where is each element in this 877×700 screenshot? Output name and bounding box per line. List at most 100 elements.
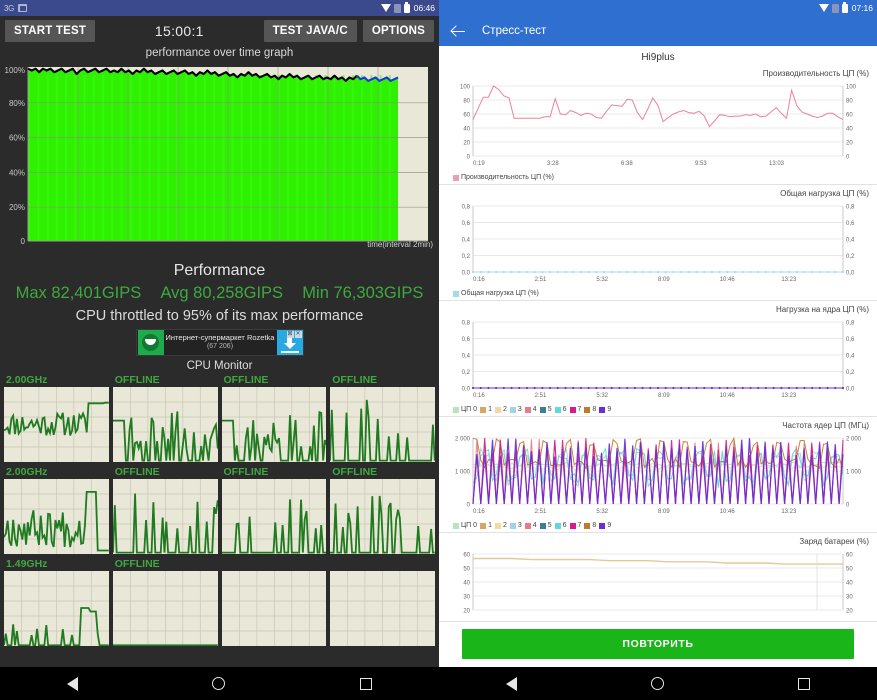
cpu-core-plot bbox=[221, 571, 327, 646]
nav-recent-icon[interactable] bbox=[798, 677, 810, 690]
cpu-core-label: OFFLINE bbox=[114, 374, 160, 386]
cpu-core-cell: OFFLINE bbox=[221, 466, 327, 554]
svg-text:0:16: 0:16 bbox=[473, 393, 485, 399]
left-status-left-icons: 3G bbox=[4, 3, 28, 13]
legend-swatch-icon bbox=[453, 522, 459, 529]
test-java-c-button[interactable]: TEST JAVA/C bbox=[263, 20, 357, 42]
svg-text:0,0: 0,0 bbox=[846, 271, 855, 277]
performance-heading: Performance bbox=[173, 262, 266, 279]
appbar-title: Стресс-тест bbox=[482, 25, 547, 37]
nav-back-icon[interactable] bbox=[67, 676, 79, 691]
ad-title: Интернет-супермаркет Rozetka bbox=[165, 333, 275, 343]
svg-text:0: 0 bbox=[467, 503, 471, 509]
svg-text:0:16: 0:16 bbox=[473, 509, 485, 515]
svg-text:8:09: 8:09 bbox=[658, 277, 670, 283]
legend-item: Производительность ЦП (%) bbox=[453, 174, 554, 181]
ad-subtitle: (67 206) bbox=[206, 342, 234, 350]
svg-text:30: 30 bbox=[846, 595, 853, 601]
svg-text:40%: 40% bbox=[9, 168, 25, 177]
chart-card: Производительность ЦП (%) 100 100 80 80 60 60 4… bbox=[439, 65, 877, 185]
legend-item: 6 bbox=[554, 522, 567, 529]
svg-text:2 000: 2 000 bbox=[846, 437, 862, 443]
legend-item: 3 bbox=[509, 522, 522, 529]
legend-label: ЦП 0 bbox=[461, 406, 478, 413]
legend-swatch-icon bbox=[480, 522, 487, 529]
svg-text:10:46: 10:46 bbox=[720, 393, 736, 399]
svg-text:0,4: 0,4 bbox=[846, 238, 855, 244]
cpu-core-cell: 2.00GHz bbox=[4, 374, 109, 462]
cpu-core-plot bbox=[221, 479, 327, 554]
cpu-core-plot bbox=[330, 571, 435, 646]
right-status-bar: 07:16 bbox=[439, 0, 877, 16]
nav-home-icon[interactable] bbox=[651, 677, 664, 690]
nav-back-icon[interactable] bbox=[506, 676, 517, 691]
svg-text:0:19: 0:19 bbox=[473, 161, 485, 167]
svg-text:0,4: 0,4 bbox=[462, 238, 471, 244]
legend-item: Общая нагрузка ЦП (%) bbox=[453, 290, 539, 297]
back-arrow-icon[interactable] bbox=[451, 24, 466, 39]
legend-label: 8 bbox=[592, 522, 597, 529]
svg-text:20: 20 bbox=[463, 141, 470, 147]
cpu-core-label: OFFLINE bbox=[332, 466, 378, 478]
legend-swatch-icon bbox=[453, 290, 459, 297]
legend-swatch-icon bbox=[494, 522, 501, 529]
svg-text:0,8: 0,8 bbox=[846, 321, 855, 327]
right-status-clock: 07:16 bbox=[851, 3, 873, 13]
chart-plot-area: 100 100 80 80 60 60 40 40 20 20 0 0 0:19 3:28 6:38 9:53… bbox=[439, 80, 877, 172]
chart-plot-area: 0,8 0,8 0,6 0,6 0,4 0,4 0,2 0,2 0,0 0,0 0:16 2:51 5:… bbox=[439, 200, 877, 288]
svg-text:80%: 80% bbox=[9, 99, 25, 108]
legend-label: Производительность ЦП (%) bbox=[461, 174, 554, 181]
device-name-label: Hi9plus bbox=[439, 46, 877, 65]
cpu-core-label: 2.00GHz bbox=[6, 374, 48, 386]
ad-banner[interactable]: Интернет-супермаркет Rozetka (67 206) ⊠ … bbox=[135, 329, 304, 356]
svg-text:10:46: 10:46 bbox=[720, 509, 736, 515]
svg-text:100%: 100% bbox=[5, 66, 25, 75]
legend-item: 9 bbox=[599, 522, 611, 529]
performance-max: Max 82,401GIPS bbox=[15, 284, 142, 302]
chart-title: Общая нагрузка ЦП (%) bbox=[780, 189, 869, 198]
chart-plot-area: 60 60 50 50 40 40 30 30 20 20 bbox=[439, 548, 877, 618]
battery-icon bbox=[403, 1, 410, 13]
legend-label: Общая нагрузка ЦП (%) bbox=[461, 290, 539, 297]
nav-home-icon[interactable] bbox=[212, 677, 226, 690]
svg-text:0: 0 bbox=[846, 503, 850, 509]
legend-item: 1 bbox=[480, 522, 492, 529]
svg-text:0,6: 0,6 bbox=[846, 221, 855, 227]
start-test-button[interactable]: START TEST bbox=[5, 20, 96, 42]
screenshot-icon bbox=[18, 4, 28, 12]
svg-text:100: 100 bbox=[460, 85, 471, 91]
repeat-button[interactable]: ПОВТОРИТЬ bbox=[462, 629, 854, 659]
close-icon[interactable]: ✕ bbox=[294, 331, 302, 338]
cpu-core-label: OFFLINE bbox=[114, 466, 160, 478]
performance-graph-x-label: time(interval 2min) bbox=[367, 240, 433, 249]
options-button[interactable]: OPTIONS bbox=[362, 20, 434, 42]
svg-text:0,2: 0,2 bbox=[846, 254, 855, 260]
svg-text:40: 40 bbox=[463, 127, 470, 133]
nav-recent-icon[interactable] bbox=[359, 677, 372, 690]
legend-item: ЦП 0 bbox=[453, 522, 477, 529]
charts-container: Производительность ЦП (%) 100 100 80 80 60 60 4… bbox=[439, 65, 877, 622]
chart-legend: ЦП 0 1 2 3 4 5 6 7 8 9 bbox=[439, 520, 877, 529]
svg-text:0:16: 0:16 bbox=[473, 277, 485, 283]
svg-text:100: 100 bbox=[846, 85, 857, 91]
legend-swatch-icon bbox=[554, 406, 561, 413]
ad-close-controls[interactable]: ⊠ ✕ bbox=[286, 331, 302, 338]
svg-text:40: 40 bbox=[846, 127, 853, 133]
ad-text-block: Интернет-супермаркет Rozetka (67 206) bbox=[164, 334, 277, 351]
cpu-core-cell: OFFLINE bbox=[330, 466, 435, 554]
svg-text:80: 80 bbox=[463, 99, 470, 105]
cpu-core-cell: OFFLINE bbox=[221, 374, 327, 462]
svg-text:0,6: 0,6 bbox=[846, 337, 855, 343]
svg-text:2 000: 2 000 bbox=[455, 437, 471, 443]
cpu-monitor-title: CPU Monitor bbox=[186, 360, 253, 372]
legend-label: 9 bbox=[607, 406, 612, 413]
svg-text:0,4: 0,4 bbox=[462, 354, 471, 360]
svg-text:13:03: 13:03 bbox=[769, 161, 785, 167]
network-3g-indicator: 3G bbox=[4, 3, 15, 13]
svg-text:2:51: 2:51 bbox=[535, 277, 547, 283]
ad-info-icon[interactable]: ⊠ bbox=[286, 331, 294, 338]
performance-stats-row: Max 82,401GIPS Avg 80,258GIPS Min 76,303… bbox=[0, 284, 439, 303]
dual-screenshot-container: 3G 06:46 START TEST 15:00:1 TEST JAVA/C … bbox=[0, 0, 877, 700]
legend-swatch-icon bbox=[599, 406, 606, 413]
legend-label: ЦП 0 bbox=[461, 522, 478, 529]
